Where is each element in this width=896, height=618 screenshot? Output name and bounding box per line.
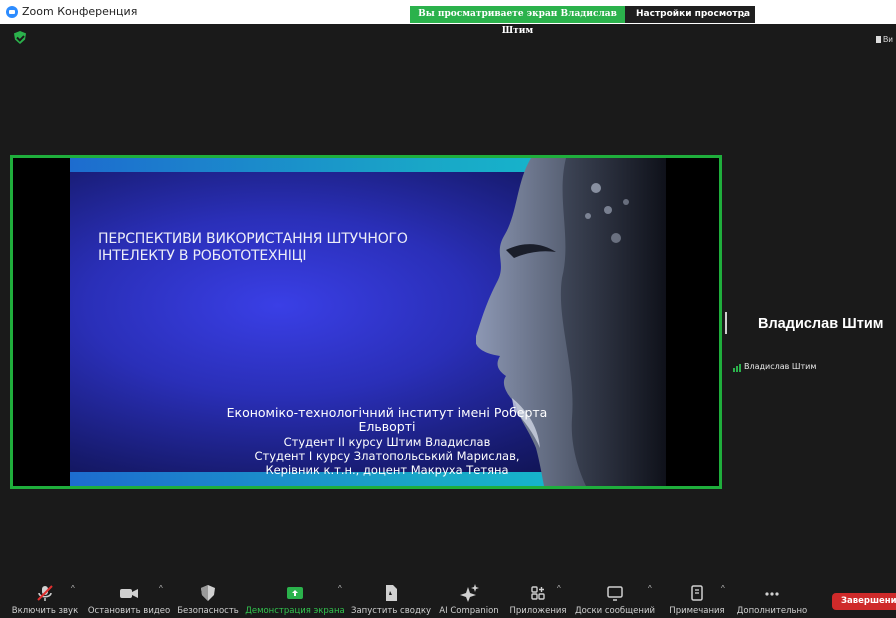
view-toggle-label: Ви — [883, 35, 893, 44]
share-options-caret[interactable]: ^ — [338, 584, 342, 593]
ai-companion-button[interactable]: AI Companion — [436, 578, 502, 618]
panel-resize-handle[interactable] — [725, 312, 727, 334]
slide-student-2: Студент І курсу Златопольський Марислав, — [254, 448, 520, 463]
share-screen-label: Демонстрация экрана — [245, 606, 345, 616]
stop-video-button[interactable]: ^ Остановить видео — [87, 578, 171, 618]
more-label: Дополнительно — [736, 606, 808, 616]
video-options-caret[interactable]: ^ — [159, 584, 163, 593]
start-summary-label: Запустить сводку — [351, 606, 431, 616]
view-toggle-button[interactable]: Ви — [876, 35, 893, 44]
notes-button[interactable]: ^ Примечания — [663, 578, 731, 618]
view-options-label: Настройки просмотра — [636, 9, 751, 19]
whiteboards-button[interactable]: ^ Доски сообщений — [573, 578, 657, 618]
signal-strength-icon — [733, 363, 742, 372]
slide-title: ПЕРСПЕКТИВИ ВИКОРИСТАННЯ ШТУЧНОГО ІНТЕЛЕ… — [98, 231, 458, 265]
video-camera-icon — [120, 589, 138, 598]
participant-tile-name: Владислав Штим — [744, 362, 817, 371]
share-screen-button[interactable]: ^ Демонстрация экрана — [244, 578, 346, 618]
start-summary-button[interactable]: Запустить сводку — [350, 578, 432, 618]
apps-icon — [531, 586, 545, 600]
zoom-logo-icon — [6, 6, 18, 18]
stop-video-label: Остановить видео — [87, 606, 171, 616]
share-screen-icon — [287, 587, 303, 599]
slide-institute: Економіко-технологічний інститут імені Р… — [226, 405, 548, 435]
notes-icon — [691, 585, 703, 601]
shield-icon — [201, 585, 215, 601]
notes-label: Примечания — [669, 606, 725, 616]
participant-tile-label: Владислав Штим — [733, 362, 816, 372]
microphone-muted-icon — [37, 585, 53, 601]
audio-options-caret[interactable]: ^ — [71, 584, 75, 593]
ai-companion-label: AI Companion — [439, 606, 499, 616]
participant-name: Владислав Штим — [758, 316, 884, 332]
more-button[interactable]: Дополнительно — [736, 578, 808, 618]
ai-sparkle-icon — [460, 584, 479, 602]
presentation-slide: ПЕРСПЕКТИВИ ВИКОРИСТАННЯ ШТУЧНОГО ІНТЕЛЕ… — [70, 158, 666, 486]
end-meeting-button[interactable]: Завершение — [832, 593, 896, 610]
summary-document-icon — [386, 585, 397, 601]
security-label: Безопасность — [177, 606, 239, 616]
view-icon — [876, 36, 881, 43]
meeting-toolbar: ^ Включить звук ^ Остановить видео Безоп… — [0, 578, 896, 618]
unmute-label: Включить звук — [11, 606, 79, 616]
security-button[interactable]: Безопасность — [176, 578, 240, 618]
slide-title-line2: ІНТЕЛЕКТУ В РОБОТОТЕХНІЦІ — [98, 248, 307, 264]
slide-title-line1: ПЕРСПЕКТИВИ ВИКОРИСТАННЯ ШТУЧНОГО — [98, 231, 408, 247]
apps-options-caret[interactable]: ^ — [557, 584, 561, 593]
screen-share-banner: Вы просматриваете экран Владислав Штим — [410, 6, 625, 36]
slide-supervisor: Керівник к.т.н., доцент Макруха Тетяна — [265, 463, 509, 478]
slide-credits: Економіко-технологічний інститут імені Р… — [207, 405, 567, 478]
view-options-dropdown[interactable]: Настройки просмотра ⌄ — [625, 6, 755, 23]
apps-label: Приложения — [509, 606, 567, 616]
apps-button[interactable]: ^ Приложения — [507, 578, 569, 618]
window-title: Zoom Конференция — [22, 5, 138, 18]
encryption-shield-icon[interactable] — [14, 31, 26, 44]
whiteboards-label: Доски сообщений — [574, 606, 656, 616]
notes-options-caret[interactable]: ^ — [721, 584, 725, 593]
shared-screen: ПЕРСПЕКТИВИ ВИКОРИСТАННЯ ШТУЧНОГО ІНТЕЛЕ… — [10, 155, 722, 489]
unmute-button[interactable]: ^ Включить звук — [5, 578, 85, 618]
chevron-down-icon: ⌄ — [740, 10, 747, 19]
whiteboards-options-caret[interactable]: ^ — [648, 584, 652, 593]
more-dots-icon — [765, 592, 779, 596]
whiteboard-icon — [607, 586, 623, 601]
slide-student-1: Студент ІІ курсу Штим Владислав — [283, 434, 491, 449]
